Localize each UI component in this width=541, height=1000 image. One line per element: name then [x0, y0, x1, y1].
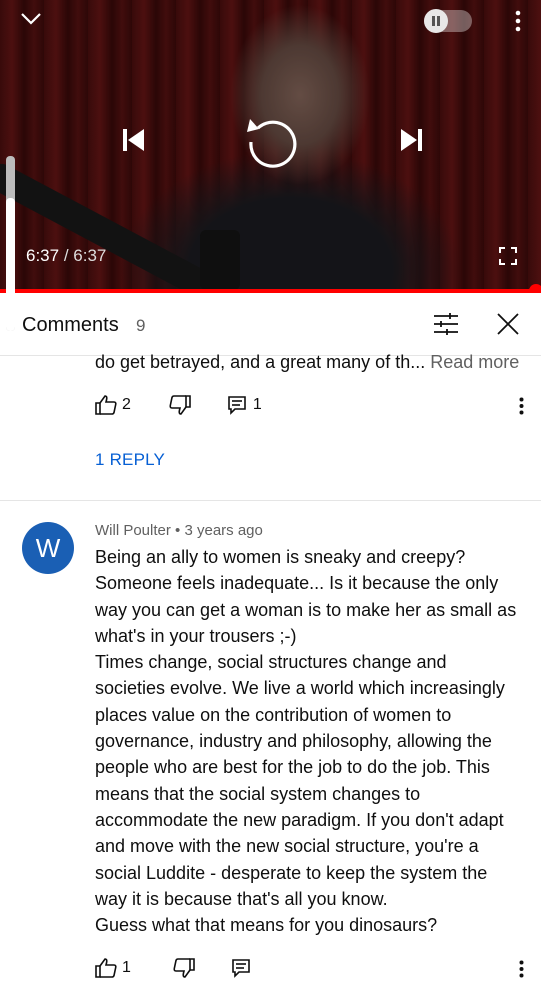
comment-2-line: means that the social system changes to	[95, 783, 421, 804]
avatar-letter: W	[35, 532, 61, 563]
read-more-link[interactable]: Read more	[430, 352, 519, 372]
comment-1-reply-count: 1	[252, 396, 262, 413]
comment-2-line: social Luddite - desperate to keep the s…	[95, 862, 488, 883]
avatar[interactable]: W	[22, 522, 74, 574]
skip-previous-icon[interactable]	[117, 124, 149, 156]
comment-1-text: do get betrayed, and a great many of th.…	[95, 349, 535, 375]
dislike-icon[interactable]	[173, 958, 195, 978]
comment-2-actions: 1	[95, 956, 251, 980]
comment-2-line: places value on the contribution of wome…	[95, 704, 452, 725]
fullscreen-icon[interactable]	[497, 245, 519, 267]
close-icon[interactable]	[494, 310, 522, 338]
time-separator: /	[63, 246, 69, 265]
reply-icon[interactable]	[227, 395, 247, 415]
autoplay-toggle[interactable]	[424, 9, 472, 33]
meta-dot: •	[175, 522, 181, 539]
drag-handle[interactable]	[6, 156, 15, 331]
comment-time: 3 years ago	[184, 522, 263, 539]
comment-2-line: people who are best for the job to do th…	[95, 757, 490, 778]
comment-2-meta: Will Poulter • 3 years ago	[95, 522, 263, 539]
pause-icon	[424, 9, 448, 33]
sort-filter-icon[interactable]	[430, 310, 462, 338]
comment-2-line: Being an ally to women is sneaky and cre…	[95, 547, 466, 567]
like-icon[interactable]	[95, 395, 117, 415]
time-display: 6:37 / 6:37	[26, 246, 106, 266]
skip-next-icon[interactable]	[396, 124, 428, 156]
comment-1-actions: 2 1	[95, 393, 262, 417]
more-vert-icon[interactable]	[508, 8, 528, 34]
comment-2-line: societies evolve. We live a world which …	[95, 678, 505, 699]
comment-2-text: Being an ally to women is sneaky and cre…	[95, 544, 535, 938]
comments-header: Comments 9	[0, 293, 541, 356]
comment-2-line: Guess what that means for you dinosaurs?	[95, 915, 438, 936]
comment-2-line: way you can get a woman is to make her a…	[95, 599, 517, 620]
current-time: 6:37	[26, 246, 60, 265]
comment-2-line: what's in your trousers ;-)	[95, 625, 297, 646]
view-replies-link[interactable]: 1 REPLY	[95, 450, 165, 470]
comment-author[interactable]: Will Poulter	[95, 522, 171, 539]
comment-2-line: and move with the new social structure, …	[95, 836, 479, 857]
comment-2-line: accommodate the new paradigm. If you don…	[95, 809, 504, 830]
replay-icon[interactable]	[242, 110, 302, 170]
comment-1-like-count: 2	[122, 396, 131, 413]
comment-1-body: do get betrayed, and a great many of th.…	[95, 352, 426, 372]
comment-2-line: Times change, social structures change a…	[95, 652, 447, 673]
comment-2-line: governance, industry and philosophy, all…	[95, 731, 492, 752]
comment-2-line: Someone feels inadequate... Is it becaus…	[95, 573, 499, 594]
reply-icon[interactable]	[231, 958, 251, 978]
comment-divider	[0, 500, 541, 501]
comments-count: 9	[136, 316, 146, 335]
comment-2-line: way it is because that's all you know.	[95, 888, 388, 909]
comment-2-like-count: 1	[122, 959, 131, 976]
chevron-down-icon[interactable]	[18, 8, 44, 30]
comment-2-more-icon[interactable]	[514, 958, 528, 980]
duration: 6:37	[73, 246, 107, 265]
like-icon[interactable]	[95, 958, 117, 978]
video-player[interactable]: 6:37 / 6:37	[0, 0, 541, 291]
comments-title: Comments	[22, 314, 119, 336]
comment-1-more-icon[interactable]	[514, 395, 528, 417]
dislike-icon[interactable]	[169, 395, 191, 415]
